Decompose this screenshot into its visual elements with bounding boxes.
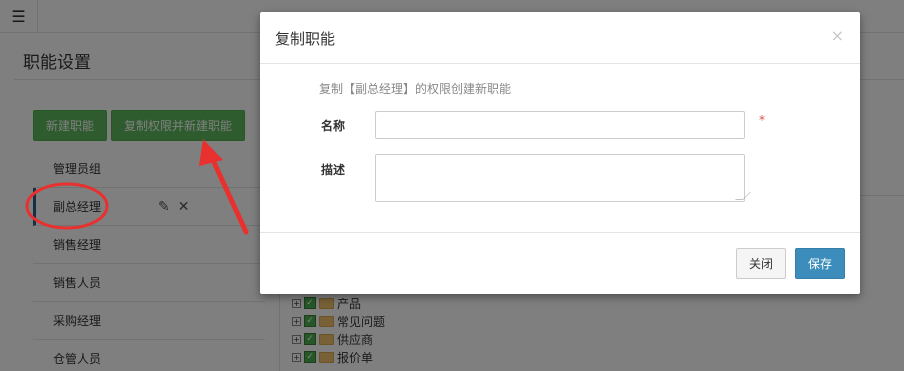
name-label: 名称 <box>321 119 346 133</box>
name-input[interactable] <box>375 111 745 139</box>
save-button[interactable]: 保存 <box>795 248 845 279</box>
copy-role-modal: 复制职能 × 复制【副总经理】的权限创建新职能 名称 * 描述 关闭 保存 <box>260 12 860 294</box>
modal-footer-divider <box>260 232 860 233</box>
modal-header: 复制职能 × <box>260 12 860 64</box>
description-textarea[interactable] <box>375 154 751 202</box>
resize-handle-icon[interactable] <box>735 192 751 200</box>
close-icon[interactable]: × <box>831 26 844 45</box>
required-mark: * <box>759 113 765 127</box>
modal-description: 复制【副总经理】的权限创建新职能 <box>319 82 512 96</box>
close-button[interactable]: 关闭 <box>736 248 786 279</box>
description-label: 描述 <box>321 163 346 177</box>
modal-title: 复制职能 <box>275 30 336 48</box>
